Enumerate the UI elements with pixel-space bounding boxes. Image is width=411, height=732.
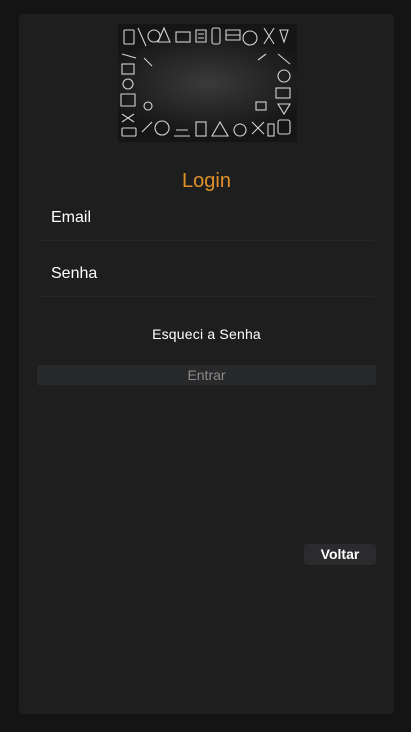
password-field[interactable] [39, 252, 375, 296]
school-doodles-illustration [120, 26, 291, 137]
enter-button[interactable]: Entrar [37, 365, 376, 385]
login-card: Login Esqueci a Senha Entrar Voltar [19, 14, 394, 714]
page-title: Login [182, 170, 231, 192]
chalkboard-school-banner-image [118, 24, 297, 142]
email-field-wrapper [39, 196, 375, 241]
email-field[interactable] [39, 196, 375, 240]
password-field-wrapper [39, 252, 375, 297]
forgot-password-link[interactable]: Esqueci a Senha [19, 326, 394, 342]
back-button[interactable]: Voltar [304, 544, 376, 565]
